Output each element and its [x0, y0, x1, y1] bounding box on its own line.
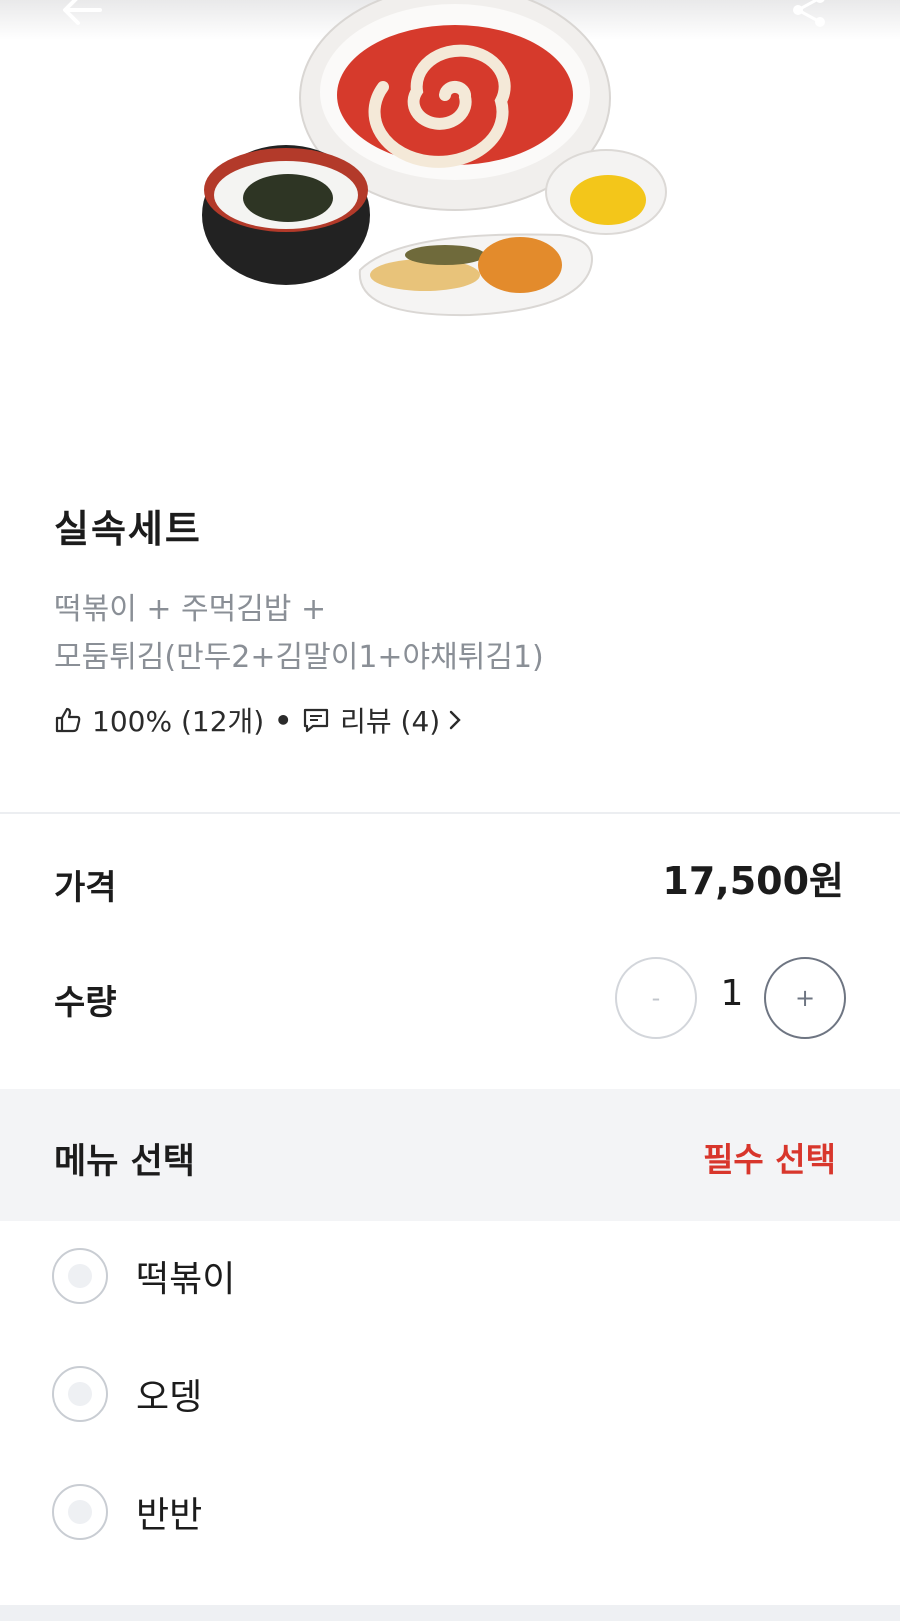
thumbs-up-icon	[54, 706, 82, 734]
back-button[interactable]	[54, 0, 110, 30]
option-label: 오뎅	[136, 1377, 203, 1418]
like-rate: 100% (12개)	[92, 705, 265, 738]
share-button[interactable]	[782, 0, 838, 30]
menu-option[interactable]: 떡볶이	[0, 1221, 900, 1331]
price-label: 가격	[54, 868, 117, 908]
quantity-minus-button[interactable]: -	[615, 957, 697, 1039]
menu-option[interactable]: 반반	[0, 1457, 900, 1567]
review-count: 리뷰 (4)	[340, 705, 441, 738]
quantity-row: 수량 - 1 +	[0, 945, 900, 1055]
quantity-label: 수량	[54, 983, 117, 1023]
price-row: 가격 17,500원	[0, 830, 900, 940]
chevron-right-icon	[448, 709, 462, 731]
description-line: 모둠튀김(만두2+김말이1+야채튀김1)	[54, 640, 544, 675]
required-badge: 필수 선택	[703, 1140, 836, 1179]
price-value: 17,500원	[662, 859, 844, 903]
menu-select-header: 메뉴 선택 필수 선택	[0, 1089, 900, 1221]
product-title: 실속세트	[54, 507, 202, 551]
option-label: 떡볶이	[136, 1259, 236, 1300]
product-info: 실속세트 떡볶이 + 주먹김밥 + 모둠튀김(만두2+김말이1+야채튀김1) 1…	[0, 440, 900, 812]
product-description: 떡볶이 + 주먹김밥 + 모둠튀김(만두2+김말이1+야채튀김1)	[54, 586, 814, 682]
arrow-left-icon	[63, 0, 102, 25]
comment-icon	[302, 706, 330, 734]
quantity-plus-button[interactable]: +	[764, 957, 846, 1039]
bottom-divider	[0, 1605, 900, 1621]
option-label: 반반	[136, 1495, 203, 1536]
divider	[0, 812, 900, 814]
rating-row: 100% (12개) • 리뷰 (4)	[54, 702, 462, 738]
quantity-value: 1	[720, 973, 744, 1014]
description-line: 떡볶이 + 주먹김밥 +	[54, 592, 327, 627]
share-icon	[793, 0, 825, 27]
menu-options: 떡볶이 오뎅 반반	[0, 1221, 900, 1601]
radio-button[interactable]	[52, 1248, 108, 1304]
product-image-area	[0, 0, 900, 440]
menu-select-title: 메뉴 선택	[54, 1142, 195, 1182]
radio-button[interactable]	[52, 1484, 108, 1540]
menu-option[interactable]: 오뎅	[0, 1339, 900, 1449]
review-link[interactable]: 리뷰 (4)	[302, 700, 462, 740]
product-photo	[202, 0, 667, 317]
separator: •	[274, 703, 293, 737]
radio-button[interactable]	[52, 1366, 108, 1422]
